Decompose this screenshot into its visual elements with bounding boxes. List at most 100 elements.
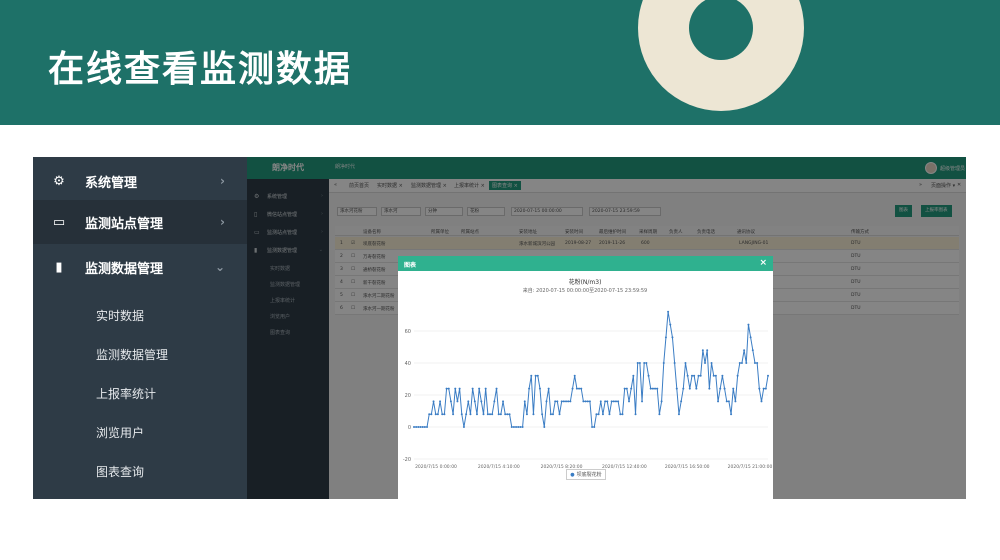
data-point (475, 413, 478, 416)
data-point (517, 426, 520, 428)
menu-item-system[interactable]: ⚙ 系统管理 › (33, 159, 247, 203)
data-point (738, 362, 741, 364)
data-point (415, 426, 418, 428)
data-point (586, 400, 589, 403)
y-tick-label: -20 (403, 457, 411, 463)
menu-item-data[interactable]: ▮ 监测数据管理 ⌄ (33, 245, 247, 289)
submenu-report-rate[interactable]: 上报率统计 (96, 385, 156, 402)
data-point (413, 426, 415, 428)
x-tick-label: 2020/7/15 12:40:00 (602, 464, 647, 470)
data-point (521, 426, 524, 428)
data-point (723, 387, 726, 390)
y-tick-label: 40 (405, 361, 411, 367)
data-point (606, 400, 609, 403)
data-point (599, 400, 602, 403)
data-point (512, 426, 515, 428)
data-point (523, 400, 526, 403)
data-point (582, 400, 585, 403)
data-point (443, 413, 446, 416)
data-point (489, 413, 492, 416)
data-point (760, 400, 763, 403)
menu-item-stations[interactable]: ▭ 监测站点管理 › (33, 200, 247, 244)
data-point (671, 336, 674, 339)
data-point (469, 413, 472, 416)
dialog-title: 图表 (404, 262, 417, 269)
data-point (714, 374, 717, 377)
data-point (690, 374, 693, 377)
data-point (704, 362, 707, 364)
data-point (441, 413, 444, 416)
data-point (430, 413, 433, 416)
data-point (419, 426, 422, 428)
data-point (667, 310, 670, 313)
data-point (656, 387, 659, 390)
data-point (751, 349, 754, 352)
chart-subtitle: 来自: 2020-07-15 00:00:00至2020-07-15 23:59… (523, 287, 647, 294)
data-point (467, 400, 470, 403)
data-point (645, 362, 648, 364)
data-point (506, 413, 509, 416)
gears-icon: ⚙ (53, 173, 65, 189)
data-point (654, 387, 657, 390)
data-point (454, 387, 457, 390)
data-point (662, 362, 665, 364)
legend-label: 坝底裂花粉 (576, 472, 602, 478)
submenu-realtime[interactable]: 实时数据 (96, 307, 144, 324)
data-point (608, 413, 611, 416)
data-point (560, 400, 563, 403)
data-point (554, 400, 557, 403)
data-point (573, 374, 576, 377)
data-point (567, 400, 570, 403)
submenu-data-manage[interactable]: 监测数据管理 (96, 346, 168, 363)
data-point (551, 413, 554, 416)
data-point (638, 362, 641, 364)
data-point (610, 400, 613, 403)
data-point (725, 400, 728, 403)
legend-toggle-button[interactable]: ● 坝底裂花粉 (566, 469, 606, 480)
data-point (471, 387, 474, 390)
data-point (617, 400, 620, 403)
data-point (727, 400, 730, 403)
data-point (588, 400, 591, 403)
data-point (706, 349, 709, 352)
data-point (747, 323, 750, 326)
data-point (465, 413, 468, 416)
data-point (677, 413, 680, 416)
data-point (532, 413, 535, 416)
data-point (601, 413, 604, 416)
data-point (686, 374, 689, 377)
data-point (436, 413, 439, 416)
submenu-chart-query[interactable]: 图表查询 (96, 463, 144, 480)
data-point (736, 374, 739, 377)
data-point (447, 387, 450, 390)
data-point (549, 413, 552, 416)
data-point (434, 413, 437, 416)
data-point (556, 400, 559, 403)
data-point (619, 413, 622, 416)
submenu-browse-users[interactable]: 浏览用户 (96, 424, 144, 441)
data-point (484, 387, 487, 390)
enlarged-menu: ⚙ 系统管理 › ▭ 监测站点管理 › ▮ 监测数据管理 ⌄ 实时数据 监测数据… (33, 157, 247, 499)
data-point (708, 387, 711, 390)
data-point (569, 400, 572, 403)
data-point (432, 400, 435, 403)
x-tick-label: 2020/7/15 16:50:00 (665, 464, 710, 470)
menu-item-label: 系统管理 (85, 175, 138, 191)
data-point (630, 387, 633, 390)
data-point (684, 362, 687, 364)
data-point (541, 413, 544, 416)
data-point (745, 362, 748, 364)
data-point (480, 400, 483, 403)
close-icon[interactable]: × (759, 258, 767, 268)
data-point (452, 413, 455, 416)
data-point (647, 374, 650, 377)
data-point (621, 413, 624, 416)
data-point (688, 387, 691, 390)
data-point (473, 400, 476, 403)
data-point (649, 387, 652, 390)
data-point (515, 426, 518, 428)
data-point (538, 387, 541, 390)
data-point (510, 426, 513, 428)
data-point (675, 387, 678, 390)
legend-dot-icon: ● (570, 471, 575, 478)
